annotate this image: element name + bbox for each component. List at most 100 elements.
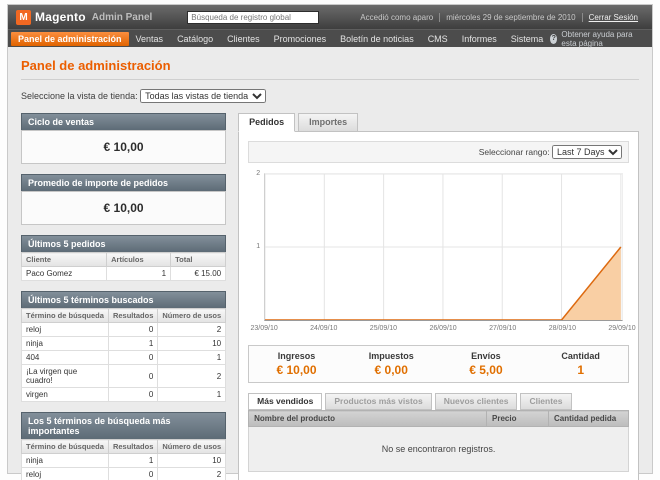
orders-panel: Seleccionar rango: Last 7 Days 12 23/09/…	[238, 131, 639, 480]
logged-in-as: Accedió como aparo	[354, 13, 439, 22]
nav-item-dashboard[interactable]: Panel de administración	[11, 32, 129, 46]
total-label: Cantidad	[533, 351, 628, 361]
panel-title: Últimos 5 pedidos	[21, 235, 226, 252]
cell-uses: 10	[158, 454, 226, 468]
cell-results: 0	[108, 468, 157, 480]
table-row[interactable]: ¡La virgen que cuadro! 0 2	[22, 365, 226, 388]
x-axis-label: 23/09/10	[251, 325, 278, 332]
page-help-link[interactable]: ? Obtener ayuda para esta página	[550, 30, 649, 48]
table-row[interactable]: virgen 0 1	[22, 388, 226, 402]
logout-link[interactable]: Cerrar Sesión	[582, 13, 644, 22]
tab-most-viewed[interactable]: Productos más vistos	[325, 393, 431, 410]
store-view-select[interactable]: Todas las vistas de tienda	[140, 89, 266, 103]
cell-term: ninja	[22, 337, 109, 351]
top-search-terms-table: Término de búsqueda Resultados Número de…	[21, 439, 226, 480]
range-bar: Seleccionar rango: Last 7 Days	[248, 141, 629, 163]
table-row[interactable]: ninja 1 10	[22, 454, 226, 468]
total-label: Envíos	[439, 351, 534, 361]
right-column: Pedidos Importes Seleccionar rango: Last…	[238, 113, 639, 480]
table-header-row: Cliente Artículos Total	[22, 253, 226, 267]
nav-item-system[interactable]: Sistema	[504, 32, 551, 46]
nav-item-customers[interactable]: Clientes	[220, 32, 267, 46]
tab-importes[interactable]: Importes	[298, 113, 358, 132]
tab-new-customers[interactable]: Nuevos clientes	[435, 393, 518, 410]
last-search-terms-panel: Últimos 5 términos buscados Término de b…	[21, 291, 226, 402]
table-row[interactable]: reloj 0 2	[22, 323, 226, 337]
cell-results: 0	[108, 388, 157, 402]
main-nav: Panel de administración Ventas Catálogo …	[8, 29, 652, 47]
average-orders-panel: Promedio de importe de pedidos € 10,00	[21, 174, 226, 225]
column-header: Número de usos	[158, 309, 226, 323]
total-value: € 5,00	[439, 363, 534, 377]
cell-uses: 2	[158, 365, 226, 388]
column-header: Precio	[487, 411, 549, 427]
magento-admin-page: M Magento Admin Panel Accedió como aparo…	[7, 4, 653, 474]
x-axis-label: 29/09/10	[608, 325, 635, 332]
empty-message: No se encontraron registros.	[249, 427, 629, 472]
panel-title: Ciclo de ventas	[21, 113, 226, 130]
help-label: Obtener ayuda para esta página	[561, 30, 644, 48]
cell-results: 1	[108, 454, 157, 468]
help-icon: ?	[550, 34, 557, 44]
cell-term: virgen	[22, 388, 109, 402]
total-value: 1	[533, 363, 628, 377]
average-orders-value: € 10,00	[21, 191, 226, 225]
divider	[21, 79, 639, 80]
panel-title: Últimos 5 términos buscados	[21, 291, 226, 308]
range-select[interactable]: Last 7 Days	[552, 145, 622, 159]
total-label: Impuestos	[344, 351, 439, 361]
cell-uses: 1	[158, 351, 226, 365]
tab-customers[interactable]: Clientes	[520, 393, 571, 410]
global-search-input[interactable]	[187, 11, 319, 24]
table-row[interactable]: ninja 1 10	[22, 337, 226, 351]
x-axis-label: 27/09/10	[489, 325, 516, 332]
table-row[interactable]: reloj 0 2	[22, 468, 226, 480]
table-header-row: Término de búsqueda Resultados Número de…	[22, 309, 226, 323]
column-header: Número de usos	[158, 440, 226, 454]
totals-row: Ingresos € 10,00 Impuestos € 0,00 Envíos…	[248, 345, 629, 383]
chart-canvas	[265, 174, 622, 320]
cell-total: € 15.00	[171, 267, 226, 281]
brand-logo[interactable]: M Magento Admin Panel	[16, 10, 152, 25]
page-title: Panel de administración	[21, 58, 639, 73]
cell-term: ¡La virgen que cuadro!	[22, 365, 109, 388]
header-meta: Accedió como aparo miércoles 29 de septi…	[354, 13, 644, 22]
nav-item-cms[interactable]: CMS	[421, 32, 455, 46]
total-shipping: Envíos € 5,00	[439, 351, 534, 377]
dashboard-tabs: Pedidos Importes	[238, 113, 639, 132]
last-orders-panel: Últimos 5 pedidos Cliente Artículos Tota…	[21, 235, 226, 281]
column-header: Resultados	[108, 309, 157, 323]
magento-logo-icon: M	[16, 10, 31, 25]
header: M Magento Admin Panel Accedió como aparo…	[8, 5, 652, 29]
table-row[interactable]: Paco Gomez 1 € 15.00	[22, 267, 226, 281]
content: Panel de administración Seleccione la vi…	[8, 47, 652, 480]
nav-item-sales[interactable]: Ventas	[129, 32, 171, 46]
lifetime-sales-panel: Ciclo de ventas € 10,00	[21, 113, 226, 164]
brand-suffix: Admin Panel	[92, 12, 153, 23]
range-label: Seleccionar rango:	[479, 147, 550, 157]
cell-results: 0	[108, 365, 157, 388]
nav-item-catalog[interactable]: Catálogo	[170, 32, 220, 46]
chart-plot-area	[264, 173, 623, 321]
nav-item-promotions[interactable]: Promociones	[267, 32, 334, 46]
nav-item-reports[interactable]: Informes	[455, 32, 504, 46]
panel-title: Los 5 términos de búsqueda más important…	[21, 412, 226, 439]
panel-title: Promedio de importe de pedidos	[21, 174, 226, 191]
bottom-tabs: Más vendidos Productos más vistos Nuevos…	[248, 393, 629, 410]
total-value: € 10,00	[249, 363, 344, 377]
tab-bestsellers[interactable]: Más vendidos	[248, 393, 322, 410]
total-revenue: Ingresos € 10,00	[249, 351, 344, 377]
table-row[interactable]: 404 0 1	[22, 351, 226, 365]
cell-customer: Paco Gomez	[22, 267, 107, 281]
y-axis-label: 1	[248, 243, 260, 250]
column-header: Término de búsqueda	[22, 440, 109, 454]
cell-results: 1	[108, 337, 157, 351]
nav-item-newsletter[interactable]: Boletín de noticias	[333, 32, 421, 46]
tab-pedidos[interactable]: Pedidos	[238, 113, 295, 132]
cell-results: 0	[108, 323, 157, 337]
lifetime-sales-value: € 10,00	[21, 130, 226, 164]
cell-term: ninja	[22, 454, 109, 468]
x-axis-label: 25/09/10	[370, 325, 397, 332]
grid-empty-row: No se encontraron registros.	[249, 427, 629, 472]
products-grid: Nombre del producto Precio Cantidad pedi…	[248, 410, 629, 472]
